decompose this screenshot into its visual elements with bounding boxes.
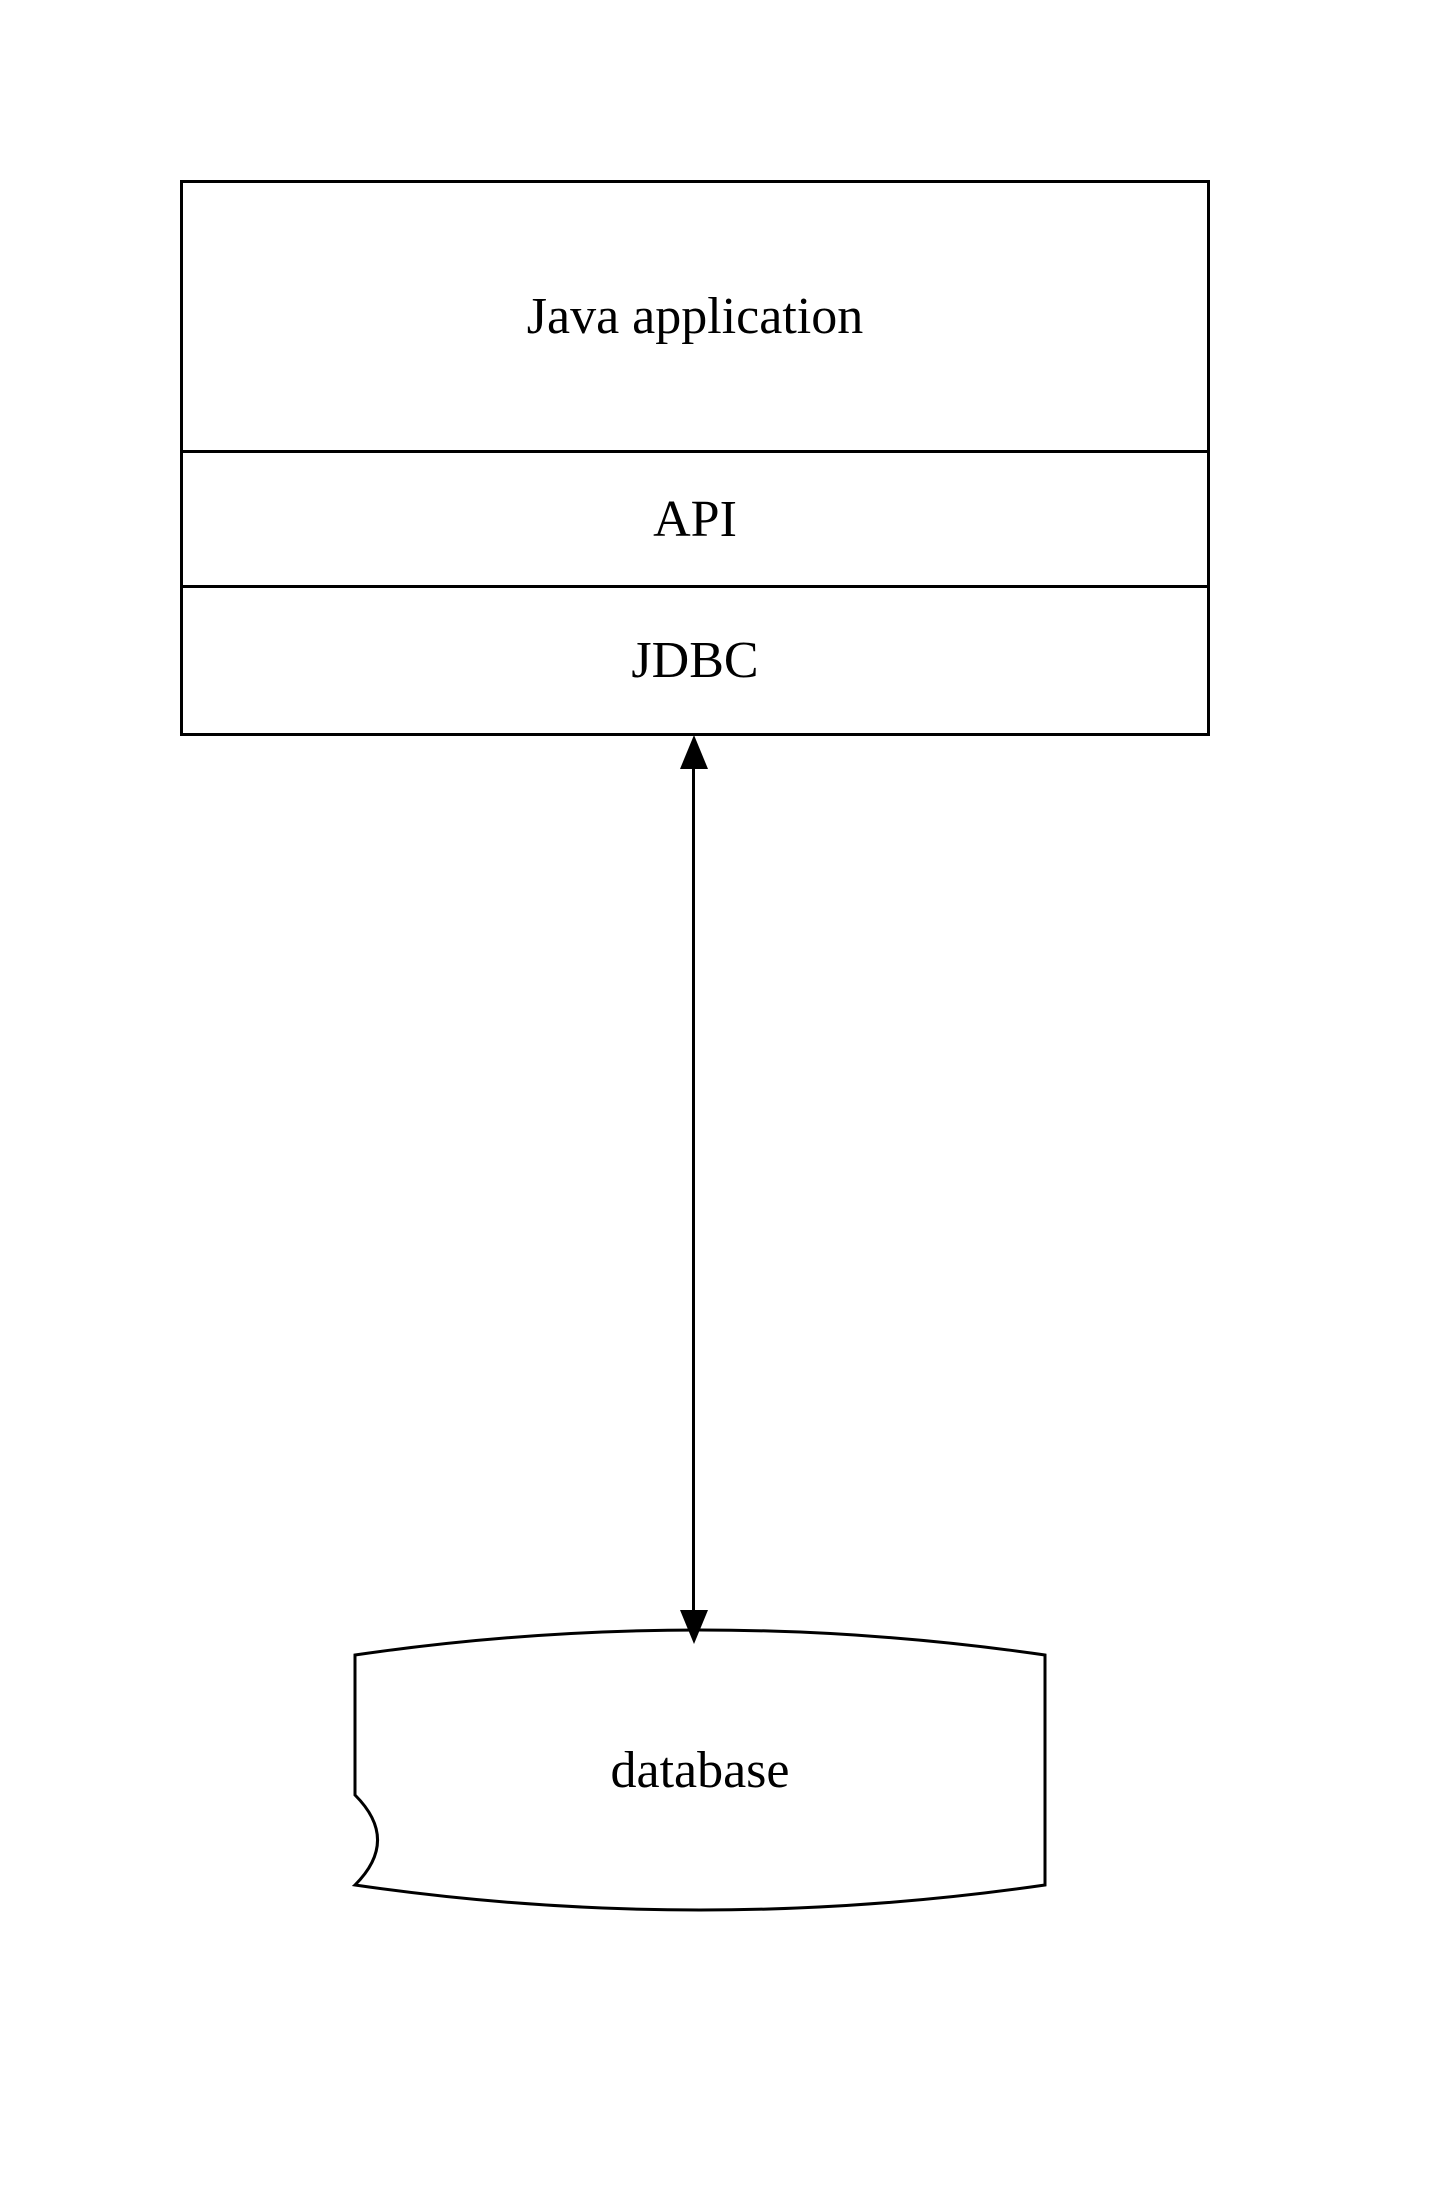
connection-arrow xyxy=(692,755,695,1625)
database-shape: database xyxy=(350,1620,1050,1920)
layer-stack: Java application API JDBC xyxy=(180,180,1210,736)
app-layer-label: Java application xyxy=(527,287,863,346)
jdbc-layer-box: JDBC xyxy=(183,588,1207,733)
api-layer-label: API xyxy=(653,490,737,549)
database-label-container: database xyxy=(350,1620,1050,1920)
database-label: database xyxy=(610,1741,789,1800)
app-layer-box: Java application xyxy=(183,183,1207,453)
api-layer-box: API xyxy=(183,453,1207,588)
arrowhead-up-icon xyxy=(680,735,708,769)
jdbc-layer-label: JDBC xyxy=(631,631,758,690)
